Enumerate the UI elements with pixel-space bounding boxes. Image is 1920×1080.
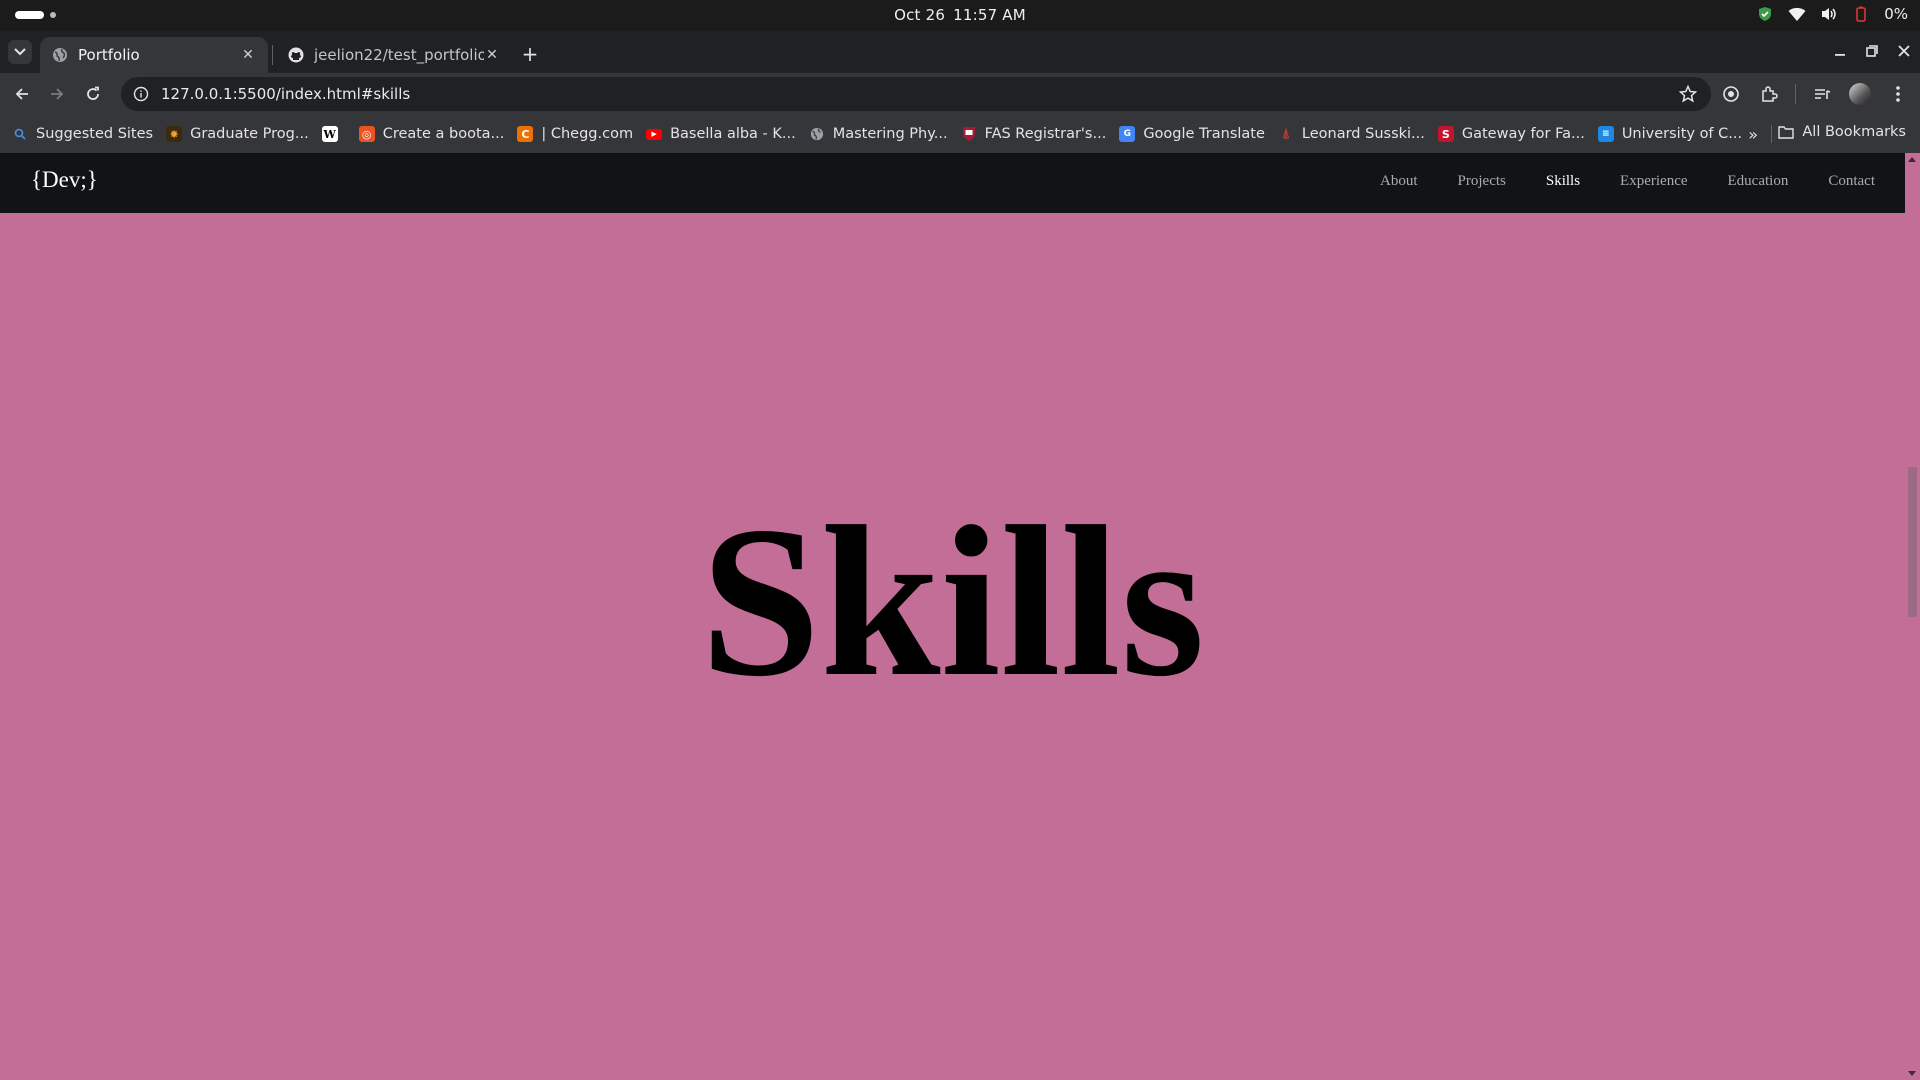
- bookmark-label: Gateway for Fa...: [1461, 126, 1585, 142]
- scroll-up-arrow-icon[interactable]: [1908, 157, 1916, 162]
- page-viewport: {Dev;} About Projects Skills Experience …: [0, 153, 1905, 1080]
- extensions-icon[interactable]: [1757, 82, 1781, 106]
- ubuntu-icon: ◎: [358, 126, 375, 142]
- bookmark-label: Suggested Sites: [36, 126, 154, 142]
- browser-tab-strip: Portfolio ✕ jeelion22/test_portfolio ✕ +: [0, 31, 1920, 73]
- bookmark-label: Leonard Susski...: [1301, 126, 1425, 142]
- volume-icon: [1820, 5, 1838, 23]
- address-bar[interactable]: 127.0.0.1:5500/index.html#skills: [121, 77, 1711, 111]
- bookmark-graduate-prog[interactable]: ✸ Graduate Prog...: [166, 126, 309, 142]
- globe-icon: [52, 47, 68, 63]
- bookmark-star-icon[interactable]: [1677, 83, 1699, 105]
- tab-title: Portfolio: [78, 46, 140, 64]
- close-icon[interactable]: ✕: [484, 47, 500, 63]
- toolbar-actions: [1719, 82, 1910, 106]
- stanford-icon: ⍋: [1281, 126, 1291, 142]
- media-queue-icon[interactable]: [1810, 82, 1834, 106]
- clock-time: 11:57 AM: [953, 6, 1026, 24]
- tab-github[interactable]: jeelion22/test_portfolio ✕: [276, 37, 512, 73]
- bookmark-fas-registrar[interactable]: FAS Registrar's...: [961, 126, 1107, 142]
- chegg-icon: C: [517, 126, 534, 142]
- nav-link-education[interactable]: Education: [1728, 173, 1789, 190]
- nav-link-experience[interactable]: Experience: [1620, 173, 1687, 190]
- bookmark-basella-alba[interactable]: ▶ Basella alba - K...: [646, 126, 796, 142]
- bookmark-label: University of C...: [1621, 126, 1743, 142]
- shield-icon: [1756, 5, 1774, 23]
- bookmark-create-bootable[interactable]: ◎ Create a boota...: [358, 126, 505, 142]
- nav-link-contact[interactable]: Contact: [1828, 173, 1875, 190]
- bookmark-mastering-physics[interactable]: Mastering Phy...: [809, 126, 948, 142]
- tab-search-button[interactable]: [8, 40, 32, 64]
- all-bookmarks-label: All Bookmarks: [1802, 124, 1906, 140]
- system-top-bar: Oct 26 11:57 AM 0%: [0, 0, 1920, 31]
- youtube-icon: ▶: [646, 128, 663, 140]
- bookmark-label: Create a boota...: [382, 126, 505, 142]
- bookmark-wikipedia[interactable]: W: [321, 126, 346, 142]
- wikipedia-icon: W: [321, 126, 338, 142]
- bookmark-label: Mastering Phy...: [832, 126, 948, 142]
- back-icon[interactable]: [10, 82, 34, 106]
- browser-toolbar: 127.0.0.1:5500/index.html#skills: [0, 73, 1920, 115]
- translate-icon: G: [1119, 126, 1136, 142]
- close-icon[interactable]: ✕: [240, 47, 256, 63]
- system-tray[interactable]: 0%: [1756, 5, 1908, 23]
- tab-portfolio[interactable]: Portfolio ✕: [40, 37, 268, 73]
- site-navbar: {Dev;} About Projects Skills Experience …: [0, 153, 1905, 213]
- nav-link-skills[interactable]: Skills: [1546, 173, 1580, 190]
- search-icon: [12, 126, 28, 142]
- bookmarks-bar: Suggested Sites ✸ Graduate Prog... W ◎ C…: [0, 115, 1920, 153]
- s-logo-icon: S: [1437, 126, 1454, 142]
- lens-icon[interactable]: [1719, 82, 1743, 106]
- new-tab-button[interactable]: +: [519, 44, 541, 66]
- system-clock[interactable]: Oct 26 11:57 AM: [0, 6, 1920, 24]
- profile-avatar[interactable]: [1848, 82, 1872, 106]
- battery-icon: [1852, 5, 1870, 23]
- bookmark-label: FAS Registrar's...: [984, 126, 1107, 142]
- tab-divider: [272, 45, 273, 65]
- scrollbar-thumb[interactable]: [1908, 467, 1917, 617]
- bookmark-label: Basella alba - K...: [670, 126, 796, 142]
- bookmark-university-of-c[interactable]: ≡ University of C...: [1597, 126, 1743, 142]
- chevron-down-icon: [14, 48, 26, 56]
- nav-link-about[interactable]: About: [1380, 173, 1418, 190]
- bookmark-label: Google Translate: [1143, 126, 1265, 142]
- minimize-icon[interactable]: [1830, 41, 1850, 61]
- section-heading: Skills: [700, 481, 1205, 721]
- tab-title: jeelion22/test_portfolio: [314, 46, 484, 64]
- globe-icon: [809, 126, 825, 142]
- site-nav-links: About Projects Skills Experience Educati…: [1380, 173, 1875, 190]
- battery-percent: 0%: [1884, 5, 1908, 23]
- bookmark-gateway[interactable]: S Gateway for Fa...: [1437, 126, 1585, 142]
- reload-icon[interactable]: [81, 82, 105, 106]
- wifi-icon: [1788, 5, 1806, 23]
- window-controls: [1830, 41, 1914, 61]
- restore-icon[interactable]: [1862, 41, 1882, 61]
- bookmark-label: | Chegg.com: [541, 126, 634, 142]
- skills-section: Skills: [0, 213, 1905, 1080]
- menu-kebab-icon[interactable]: [1886, 82, 1910, 106]
- nav-link-projects[interactable]: Projects: [1458, 173, 1506, 190]
- scroll-down-arrow-icon[interactable]: [1908, 1071, 1916, 1076]
- close-window-icon[interactable]: [1894, 41, 1914, 61]
- bookmark-google-translate[interactable]: G Google Translate: [1119, 126, 1265, 142]
- university-icon: ✸: [166, 126, 183, 142]
- site-info-icon[interactable]: [131, 84, 151, 104]
- harvard-shield-icon: [961, 126, 977, 142]
- bookmark-leonard-susskind[interactable]: ⍋ Leonard Susski...: [1278, 126, 1425, 142]
- github-icon: [288, 47, 304, 63]
- all-bookmarks-button[interactable]: All Bookmarks: [1778, 124, 1906, 140]
- bookmark-suggested-sites[interactable]: Suggested Sites: [12, 126, 153, 142]
- university-c-icon: ≡: [1597, 126, 1614, 142]
- bookmark-label: Graduate Prog...: [190, 126, 309, 142]
- more-bookmarks-chevron-icon[interactable]: »: [1748, 125, 1758, 144]
- bookmark-chegg[interactable]: C | Chegg.com: [517, 126, 633, 142]
- folder-icon: [1778, 126, 1795, 139]
- url-text[interactable]: 127.0.0.1:5500/index.html#skills: [161, 85, 1677, 103]
- page-scrollbar[interactable]: [1905, 153, 1920, 1080]
- bookmarks-divider: [1771, 125, 1772, 143]
- toolbar-divider: [1795, 84, 1796, 104]
- clock-date: Oct 26: [894, 6, 946, 24]
- site-brand-logo[interactable]: {Dev;}: [31, 167, 98, 193]
- forward-icon[interactable]: [45, 82, 69, 106]
